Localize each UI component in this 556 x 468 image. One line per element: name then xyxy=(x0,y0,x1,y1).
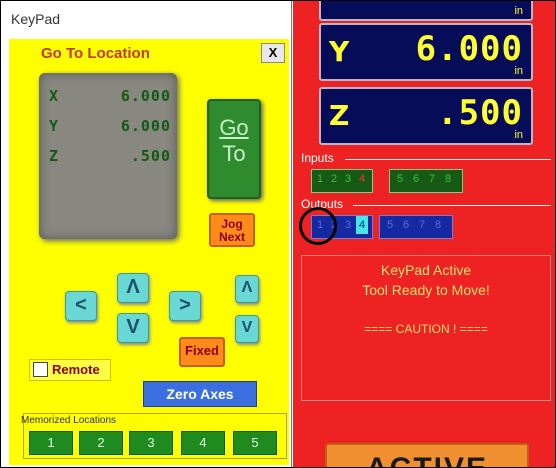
zero-axes-button[interactable]: Zero Axes xyxy=(143,381,257,407)
input-indicator-6: 6 xyxy=(412,173,420,185)
remote-label: Remote xyxy=(52,362,100,377)
status-line-2: Tool Ready to Move! xyxy=(362,282,490,298)
next-label: Next xyxy=(218,230,245,244)
dro-axis-label: Z xyxy=(329,99,350,132)
go-label: Go xyxy=(219,115,249,140)
axis-label: X xyxy=(49,87,59,105)
memory-button-3[interactable]: 3 xyxy=(129,431,173,455)
fixed-button[interactable]: Fixed xyxy=(179,337,225,367)
dro-value: .500 xyxy=(437,93,523,133)
jog-up-button[interactable]: Λ xyxy=(117,273,149,303)
status-line-3: ==== CAUTION ! ==== xyxy=(364,322,488,336)
axis-label: Z xyxy=(49,147,59,165)
active-button[interactable]: ACTIVE xyxy=(325,443,529,467)
window-title: KeyPad xyxy=(11,11,61,27)
goto-row-x: X 6.000 xyxy=(49,87,171,109)
to-label: To xyxy=(222,141,246,166)
goto-display: X 6.000 Y 6.000 Z .500 xyxy=(39,73,177,239)
input-indicator-1: 1 xyxy=(316,173,324,185)
axis-value: .500 xyxy=(130,147,171,165)
outputs-bank-2: 5 6 7 8 xyxy=(379,215,453,239)
checkbox-box[interactable] xyxy=(33,362,48,377)
input-indicator-5: 5 xyxy=(396,173,404,185)
axis-label: Y xyxy=(49,117,59,135)
input-indicator-8: 8 xyxy=(444,173,452,185)
input-indicator-4: 4 xyxy=(358,173,366,185)
input-indicator-7: 7 xyxy=(428,173,436,185)
input-indicator-2: 2 xyxy=(330,173,338,185)
dro-unit: in xyxy=(514,129,523,141)
keypad-titlebar[interactable]: KeyPad xyxy=(1,1,291,39)
axis-value: 6.000 xyxy=(120,117,171,135)
keypad-window: KeyPad Go To Location X X 6.000 Y 6.000 … xyxy=(1,1,292,467)
output-indicator-4: 4 xyxy=(356,216,368,234)
output-indicator-7: 7 xyxy=(418,219,426,231)
input-indicator-3: 3 xyxy=(344,173,352,185)
screen: KeyPad Go To Location X X 6.000 Y 6.000 … xyxy=(0,0,556,468)
inputs-divider xyxy=(345,159,551,160)
goto-row-y: Y 6.000 xyxy=(49,117,171,139)
memorized-locations-title: Memorized Locations xyxy=(21,415,117,426)
axis-value: 6.000 xyxy=(120,87,171,105)
annotation-circle xyxy=(299,207,337,245)
status-message-box: KeyPad Active Tool Ready to Move! ==== C… xyxy=(301,255,551,401)
dro-value: 6.000 xyxy=(415,29,523,69)
memory-button-2[interactable]: 2 xyxy=(79,431,123,455)
dro-unit: in xyxy=(514,65,523,77)
dro-x: in xyxy=(319,1,533,21)
close-button[interactable]: X xyxy=(261,43,285,63)
go-to-button[interactable]: Go To xyxy=(207,99,261,199)
outputs-divider xyxy=(353,205,551,206)
jog-down-button[interactable]: V xyxy=(117,313,149,343)
dro-z: Z .500 in xyxy=(319,87,533,145)
output-indicator-8: 8 xyxy=(434,219,442,231)
dro-axis-label: Y xyxy=(329,35,350,68)
goto-panel: Go To Location X X 6.000 Y 6.000 Z .500 … xyxy=(9,39,289,465)
goto-row-z: Z .500 xyxy=(49,147,171,169)
dro-y: Y 6.000 in xyxy=(319,23,533,81)
z-down-button[interactable]: V xyxy=(235,315,259,343)
memory-button-4[interactable]: 4 xyxy=(181,431,225,455)
jog-next-button[interactable]: Jog Next xyxy=(209,213,255,247)
output-indicator-6: 6 xyxy=(402,219,410,231)
remote-checkbox[interactable]: Remote xyxy=(29,359,111,381)
memory-button-5[interactable]: 5 xyxy=(233,431,277,455)
inputs-bank-1: 1 2 3 4 xyxy=(311,169,373,193)
goto-title: Go To Location xyxy=(41,45,150,62)
z-up-button[interactable]: Λ xyxy=(235,275,259,303)
memory-button-1[interactable]: 1 xyxy=(29,431,73,455)
jog-left-button[interactable]: < xyxy=(65,291,97,321)
output-indicator-3: 3 xyxy=(344,219,352,231)
dro-unit: in xyxy=(514,5,523,17)
status-line-1: KeyPad Active xyxy=(380,262,472,278)
inputs-label: Inputs xyxy=(301,151,334,165)
output-indicator-5: 5 xyxy=(386,219,394,231)
inputs-bank-2: 5 6 7 8 xyxy=(389,169,463,193)
jog-right-button[interactable]: > xyxy=(169,291,201,321)
